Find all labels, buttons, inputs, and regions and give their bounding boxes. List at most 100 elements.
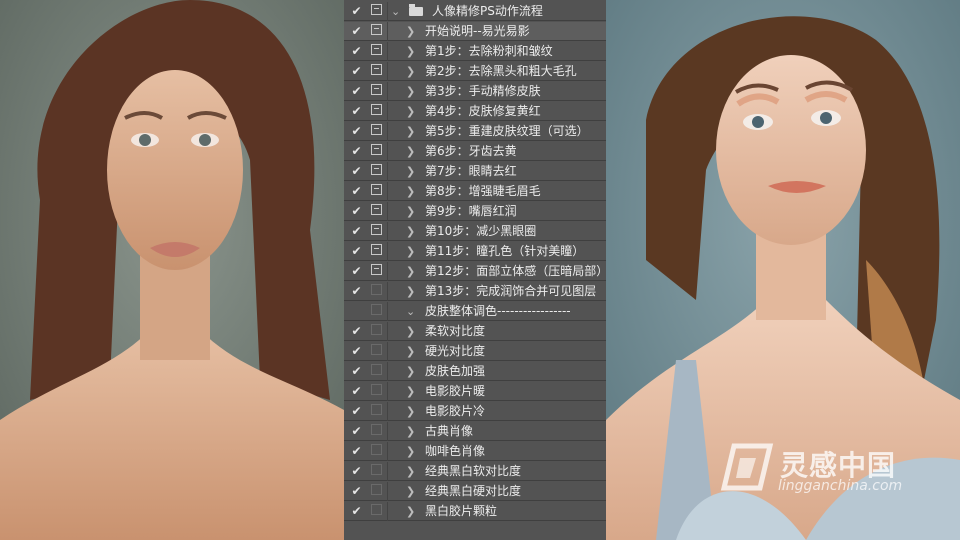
dialog-toggle-icon[interactable]	[371, 64, 382, 75]
dialog-toggle-icon[interactable]	[371, 144, 382, 155]
action-row[interactable]: ✔ ❯ 古典肖像	[344, 422, 606, 441]
check-icon[interactable]: ✔	[350, 65, 363, 78]
dialog-toggle-icon[interactable]	[371, 124, 382, 135]
dialog-toggle-icon[interactable]	[371, 204, 382, 215]
check-icon[interactable]	[350, 305, 363, 318]
check-icon[interactable]: ✔	[350, 245, 363, 258]
chevron-right-icon[interactable]: ❯	[406, 43, 415, 60]
chevron-right-icon[interactable]: ❯	[406, 483, 415, 500]
dialog-toggle-icon[interactable]	[371, 384, 382, 395]
chevron-right-icon[interactable]: ❯	[406, 143, 415, 160]
action-row[interactable]: ✔ ❯ 皮肤色加强	[344, 362, 606, 381]
check-icon[interactable]: ✔	[350, 365, 363, 378]
action-row[interactable]: ✔ ❯ 咖啡色肖像	[344, 442, 606, 461]
check-icon[interactable]: ✔	[350, 425, 363, 438]
action-row[interactable]: ✔ ❯ 第12步：面部立体感（压暗局部）	[344, 262, 608, 281]
chevron-right-icon[interactable]: ❯	[406, 403, 415, 420]
chevron-right-icon[interactable]: ❯	[406, 163, 415, 180]
chevron-right-icon[interactable]: ❯	[406, 463, 415, 480]
action-row[interactable]: ✔ ❯ 第4步：皮肤修复黄红	[344, 102, 606, 121]
check-icon[interactable]: ✔	[350, 5, 363, 18]
chevron-right-icon[interactable]: ❯	[406, 443, 415, 460]
dialog-toggle-icon[interactable]	[371, 304, 382, 315]
action-row[interactable]: ✔ ❯ 第1步：去除粉刺和皱纹	[344, 42, 606, 61]
action-row[interactable]: ✔ ❯ 柔软对比度	[344, 322, 606, 341]
chevron-right-icon[interactable]: ❯	[406, 123, 415, 140]
dialog-toggle-icon[interactable]	[371, 44, 382, 55]
action-row[interactable]: ✔ ❯ 第3步：手动精修皮肤	[344, 82, 606, 101]
chevron-right-icon[interactable]: ❯	[406, 423, 415, 440]
dialog-toggle-icon[interactable]	[371, 24, 382, 35]
action-row[interactable]: ✔ ❯ 第2步：去除黑头和粗大毛孔	[344, 62, 606, 81]
dialog-toggle-icon[interactable]	[371, 484, 382, 495]
action-row[interactable]: ✔ ❯ 第13步：完成润饰合并可见图层	[344, 282, 606, 301]
action-row[interactable]: ✔ ❯ 第7步：眼睛去红	[344, 162, 606, 181]
check-icon[interactable]: ✔	[350, 445, 363, 458]
dialog-toggle-icon[interactable]	[371, 284, 382, 295]
action-row[interactable]: ✔ ❯ 黑白胶片颗粒	[344, 502, 606, 521]
check-icon[interactable]: ✔	[350, 465, 363, 478]
check-icon[interactable]: ✔	[350, 485, 363, 498]
chevron-right-icon[interactable]: ❯	[406, 283, 415, 300]
dialog-toggle-icon[interactable]	[371, 404, 382, 415]
action-row[interactable]: ✔ ❯ 第11步：瞳孔色（针对美瞳）	[344, 242, 606, 261]
chevron-right-icon[interactable]: ❯	[406, 363, 415, 380]
check-icon[interactable]: ✔	[350, 85, 363, 98]
dialog-toggle-icon[interactable]	[371, 84, 382, 95]
dialog-toggle-icon[interactable]	[371, 164, 382, 175]
action-row[interactable]: ✔ ❯ 第8步：增强睫毛眉毛	[344, 182, 606, 201]
check-icon[interactable]: ✔	[350, 25, 363, 38]
dialog-toggle-icon[interactable]	[371, 504, 382, 515]
chevron-right-icon[interactable]: ❯	[406, 183, 415, 200]
chevron-down-icon[interactable]: ⌄	[391, 3, 400, 20]
dialog-toggle-icon[interactable]	[371, 444, 382, 455]
check-icon[interactable]: ✔	[350, 325, 363, 338]
check-icon[interactable]: ✔	[350, 345, 363, 358]
action-row[interactable]: ✔ ❯ 经典黑白硬对比度	[344, 482, 606, 501]
check-icon[interactable]: ✔	[350, 185, 363, 198]
action-row[interactable]: ✔ ❯ 第9步：嘴唇红润	[344, 202, 606, 221]
check-icon[interactable]: ✔	[350, 165, 363, 178]
check-icon[interactable]: ✔	[350, 45, 363, 58]
action-row[interactable]: ⌄ 皮肤整体调色-----------------	[344, 302, 606, 321]
check-icon[interactable]: ✔	[350, 125, 363, 138]
action-row[interactable]: ✔ ❯ 开始说明--易光易影	[344, 22, 606, 41]
check-icon[interactable]: ✔	[350, 405, 363, 418]
dialog-toggle-icon[interactable]	[371, 364, 382, 375]
check-icon[interactable]: ✔	[350, 205, 363, 218]
dialog-toggle-icon[interactable]	[371, 324, 382, 335]
chevron-right-icon[interactable]: ❯	[406, 343, 415, 360]
chevron-right-icon[interactable]: ❯	[406, 203, 415, 220]
action-row[interactable]: ✔ ❯ 电影胶片暖	[344, 382, 606, 401]
dialog-toggle-icon[interactable]	[371, 104, 382, 115]
check-icon[interactable]: ✔	[350, 105, 363, 118]
chevron-right-icon[interactable]: ❯	[406, 83, 415, 100]
dialog-toggle-icon[interactable]	[371, 344, 382, 355]
action-set-row[interactable]: ✔ ⌄ 人像精修PS动作流程	[344, 2, 606, 21]
check-icon[interactable]: ✔	[350, 505, 363, 518]
check-icon[interactable]: ✔	[350, 225, 363, 238]
action-row[interactable]: ✔ ❯ 电影胶片冷	[344, 402, 606, 421]
chevron-right-icon[interactable]: ❯	[406, 383, 415, 400]
action-row[interactable]: ✔ ❯ 硬光对比度	[344, 342, 606, 361]
chevron-right-icon[interactable]: ❯	[406, 103, 415, 120]
dialog-toggle-icon[interactable]	[371, 424, 382, 435]
dialog-toggle-icon[interactable]	[371, 184, 382, 195]
check-icon[interactable]: ✔	[350, 145, 363, 158]
chevron-right-icon[interactable]: ❯	[406, 503, 415, 520]
dialog-toggle-icon[interactable]	[371, 464, 382, 475]
chevron-down-icon[interactable]: ⌄	[406, 303, 415, 320]
check-icon[interactable]: ✔	[350, 285, 363, 298]
check-icon[interactable]: ✔	[350, 265, 363, 278]
chevron-right-icon[interactable]: ❯	[406, 223, 415, 240]
chevron-right-icon[interactable]: ❯	[406, 263, 415, 280]
action-row[interactable]: ✔ ❯ 第6步：牙齿去黄	[344, 142, 606, 161]
dialog-toggle-icon[interactable]	[371, 264, 382, 275]
action-row[interactable]: ✔ ❯ 经典黑白软对比度	[344, 462, 606, 481]
dialog-toggle-icon[interactable]	[371, 224, 382, 235]
dialog-toggle-icon[interactable]	[371, 244, 382, 255]
action-row[interactable]: ✔ ❯ 第10步：减少黑眼圈	[344, 222, 606, 241]
action-row[interactable]: ✔ ❯ 第5步：重建皮肤纹理（可选）	[344, 122, 606, 141]
chevron-right-icon[interactable]: ❯	[406, 63, 415, 80]
chevron-right-icon[interactable]: ❯	[406, 243, 415, 260]
